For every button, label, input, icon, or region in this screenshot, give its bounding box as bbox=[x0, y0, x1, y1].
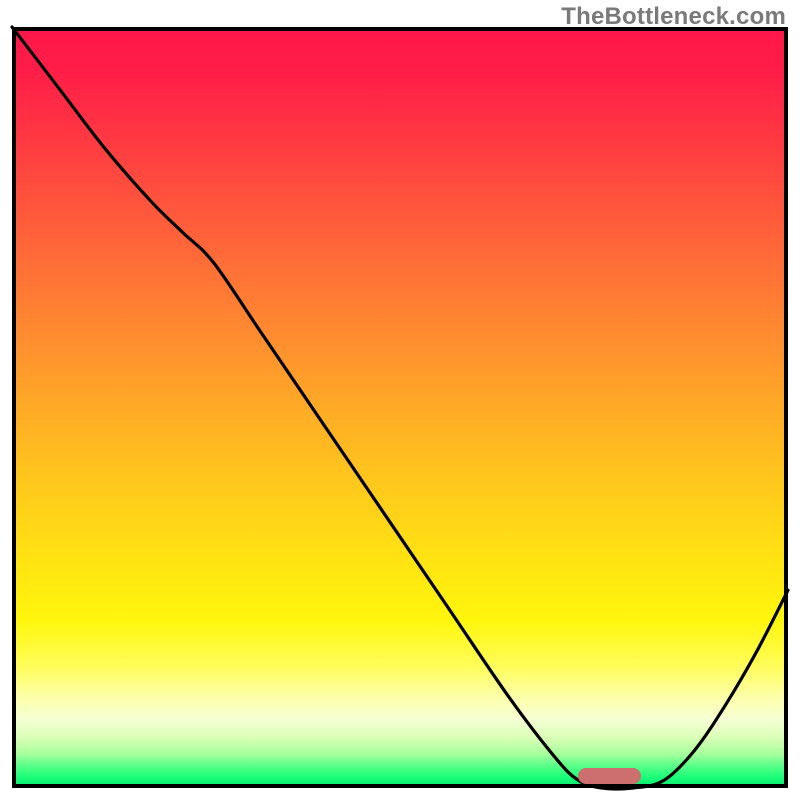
optimal-range-marker bbox=[578, 768, 640, 784]
chart-frame bbox=[12, 27, 788, 788]
bottleneck-curve bbox=[12, 27, 788, 788]
attribution-text: TheBottleneck.com bbox=[561, 3, 786, 31]
